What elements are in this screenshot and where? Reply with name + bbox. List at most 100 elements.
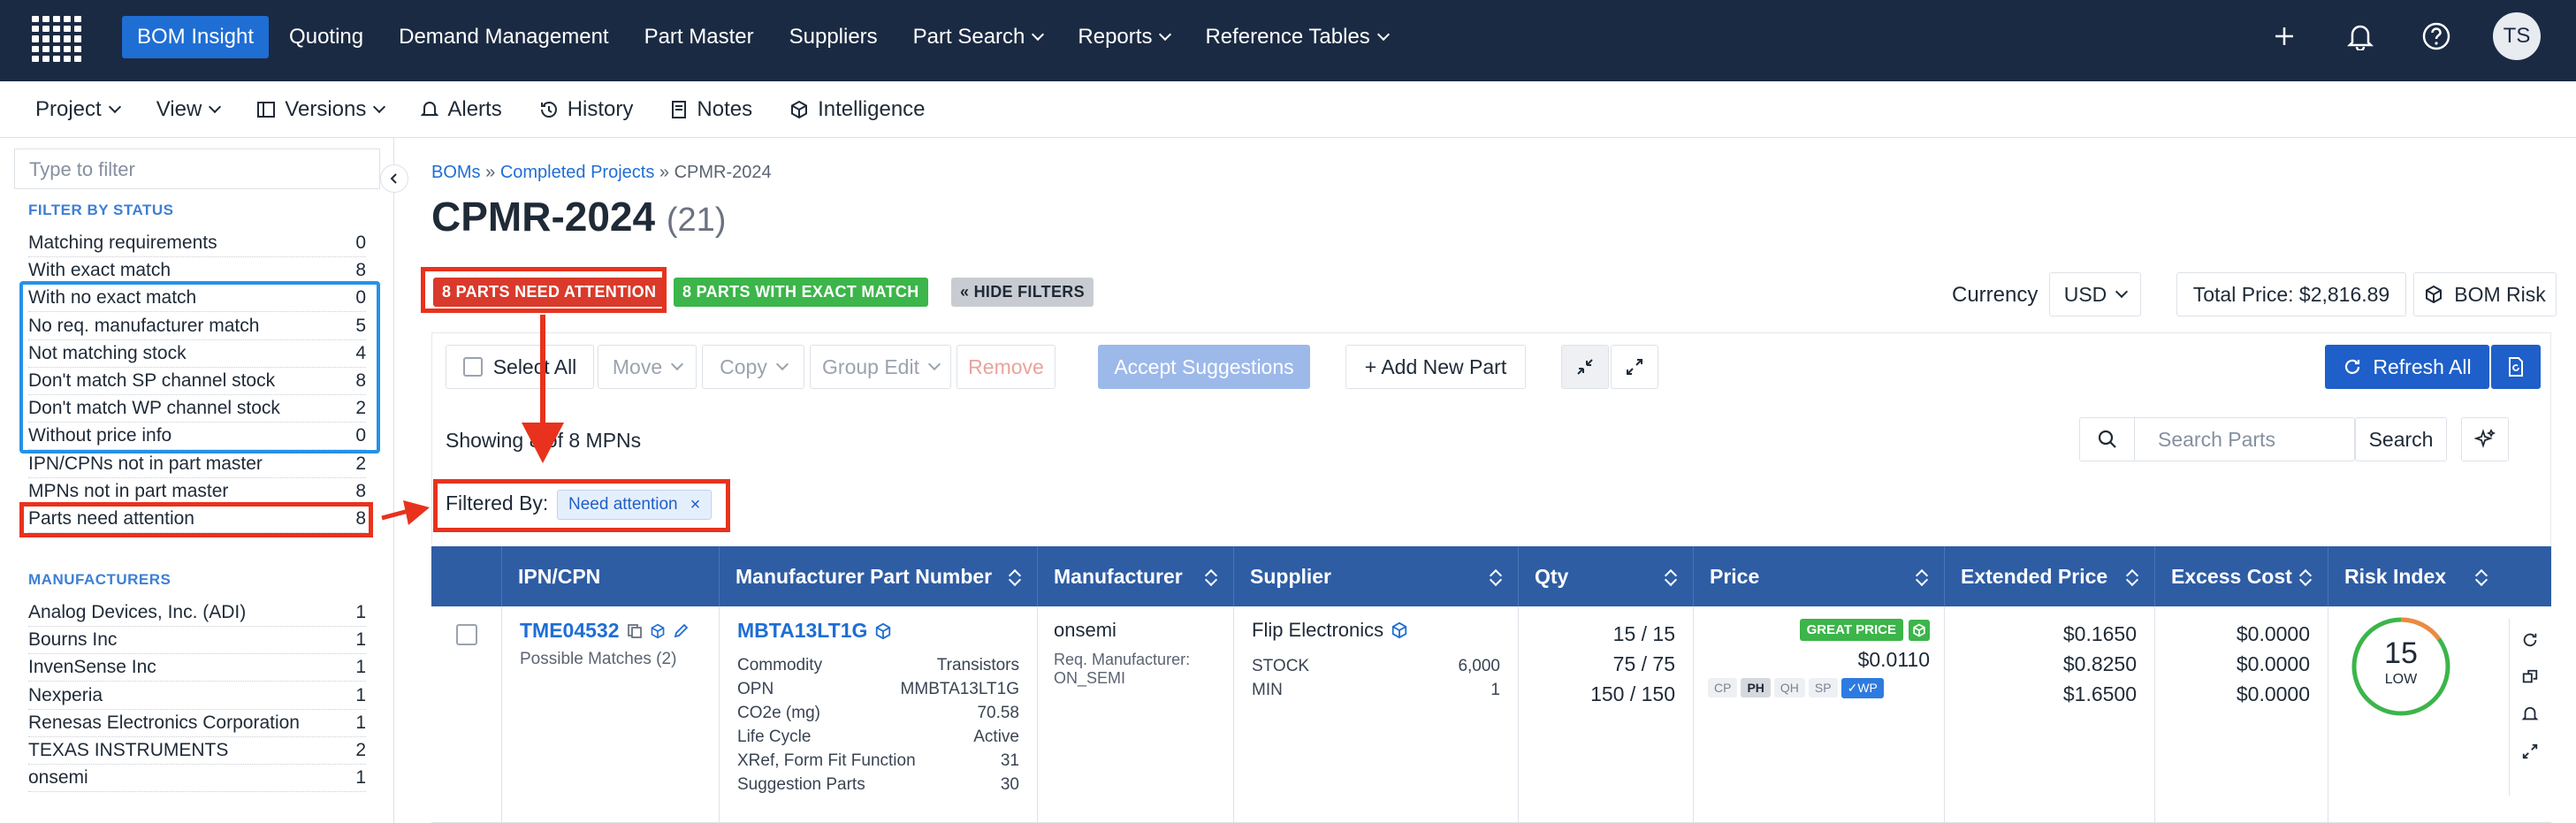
qty-break-3: 150 / 150 [1590, 682, 1675, 705]
detail-value: 70.58 [977, 704, 1019, 722]
col-ipn[interactable]: IPN/CPN [502, 546, 720, 606]
part-details: Commodity Transistors OPN MMBTA13LT1G CO2e (… [737, 653, 1019, 796]
extended-1: $0.1650 [2062, 622, 2137, 645]
col-extended-label: Extended Price [1961, 564, 2108, 588]
excess-2: $0.0000 [2236, 652, 2310, 675]
col-risk-label: Risk Index [2344, 564, 2447, 588]
excess-1: $0.0000 [2236, 622, 2310, 645]
cube-icon[interactable] [874, 622, 892, 640]
detail-key: Life Cycle [737, 728, 812, 746]
col-excess-label: Excess Cost [2171, 564, 2292, 588]
channel-pills: CP PH QH SP ✓WP [1708, 677, 1930, 698]
ipn-link[interactable]: TME04532 [520, 619, 620, 643]
risk-label: LOW [2384, 672, 2418, 687]
ipn-cell: TME04532 Possible Matches (2) [502, 606, 720, 822]
channel-pill[interactable]: CP [1708, 678, 1738, 697]
col-excess-cost[interactable]: Excess Cost [2155, 546, 2328, 606]
great-price-badge: GREAT PRICE [1799, 619, 1903, 641]
col-risk-index[interactable]: Risk Index [2328, 546, 2504, 606]
copy-icon[interactable] [627, 623, 643, 639]
detail-row: OPN MMBTA13LT1G [737, 677, 1019, 701]
col-supplier[interactable]: Supplier [1234, 546, 1519, 606]
detail-key: CO2e (mg) [737, 704, 820, 722]
sort-icon[interactable] [1009, 568, 1021, 585]
edit-icon[interactable] [673, 623, 689, 639]
detail-key: Commodity [737, 656, 823, 674]
table-row: TME04532 Possible Matches (2) MBTA13LT1G… [431, 606, 2551, 823]
detail-row: Commodity Transistors [737, 653, 1019, 677]
sort-icon[interactable] [1916, 568, 1928, 585]
detail-row: Suggestion Parts 30 [737, 773, 1019, 796]
price-cell: GREAT PRICE $0.0110 CP PH QH SP ✓WP [1694, 606, 1945, 822]
row-actions [2509, 619, 2549, 796]
col-qty[interactable]: Qty [1519, 546, 1694, 606]
min-row: MIN 1 [1252, 678, 1500, 702]
extended-2: $0.8250 [2062, 652, 2137, 675]
detail-value: Active [973, 728, 1019, 746]
qty-break-1: 15 / 15 [1612, 622, 1675, 645]
qty-cell: 15 / 15 75 / 75 150 / 150 [1519, 606, 1694, 822]
detail-value: MMBTA13LT1G [900, 680, 1019, 698]
mpn-link[interactable]: MBTA13LT1G [737, 619, 867, 643]
grid-header: IPN/CPN Manufacturer Part Number Manufac… [431, 546, 2551, 606]
detail-row: Life Cycle Active [737, 725, 1019, 749]
row-checkbox[interactable] [456, 624, 477, 645]
stock-value: 6,000 [1458, 657, 1500, 675]
col-qty-label: Qty [1535, 564, 1569, 588]
extended-price-cell: $0.1650 $0.8250 $1.6500 [1945, 606, 2155, 822]
min-label: MIN [1252, 681, 1283, 699]
col-supplier-label: Supplier [1250, 564, 1332, 588]
channel-pill[interactable]: SP [1808, 678, 1838, 697]
supplier-name[interactable]: Flip Electronics [1252, 619, 1383, 642]
sort-icon[interactable] [2126, 568, 2138, 585]
excess-3: $0.0000 [2236, 682, 2310, 705]
col-price[interactable]: Price [1694, 546, 1945, 606]
col-price-label: Price [1710, 564, 1760, 588]
req-manufacturer-label: Req. Manufacturer: [1054, 651, 1191, 668]
col-ipn-label: IPN/CPN [518, 564, 601, 588]
header-select-col [431, 546, 502, 606]
sort-icon[interactable] [1490, 568, 1502, 585]
detail-value: 30 [1000, 775, 1019, 794]
channel-pill[interactable]: PH [1741, 678, 1771, 697]
mpn-cell: MBTA13LT1G Commodity Transistors OPN MMBTA1… [720, 606, 1038, 822]
sort-icon[interactable] [1665, 568, 1677, 585]
manufacturer-cell: onsemi Req. Manufacturer: ON_SEMI [1038, 606, 1234, 822]
col-mpn[interactable]: Manufacturer Part Number [720, 546, 1038, 606]
cube-icon [1909, 619, 1930, 641]
stock-label: STOCK [1252, 657, 1310, 675]
channel-pill[interactable]: ✓WP [1841, 678, 1884, 698]
detail-row: CO2e (mg) 70.58 [737, 701, 1019, 725]
col-manufacturer[interactable]: Manufacturer [1038, 546, 1234, 606]
detail-row: XRef, Form Fit Function 31 [737, 749, 1019, 773]
detail-value: Transistors [936, 656, 1019, 674]
channel-pill[interactable]: QH [1773, 678, 1805, 697]
stock-row: STOCK 6,000 [1252, 654, 1500, 678]
min-value: 1 [1490, 681, 1500, 699]
sort-icon[interactable] [2475, 568, 2488, 585]
expand-icon[interactable] [2521, 743, 2539, 760]
extended-3: $1.6500 [2062, 682, 2137, 705]
col-extended-price[interactable]: Extended Price [1945, 546, 2155, 606]
sort-icon[interactable] [1205, 568, 1217, 585]
cube-icon[interactable] [1391, 621, 1408, 639]
bell-icon[interactable] [2521, 705, 2539, 723]
risk-cell: 15 LOW [2328, 606, 2504, 822]
unit-price: $0.0110 [1857, 648, 1930, 671]
detail-key: OPN [737, 680, 774, 698]
req-manufacturer-value: ON_SEMI [1054, 669, 1126, 687]
col-manufacturer-label: Manufacturer [1054, 564, 1183, 588]
detail-key: Suggestion Parts [737, 775, 865, 794]
supplier-cell: Flip Electronics STOCK 6,000 MIN 1 [1234, 606, 1519, 822]
refresh-icon[interactable] [2521, 631, 2539, 649]
excess-cost-cell: $0.0000 $0.0000 $0.0000 [2155, 606, 2328, 822]
swap-icon[interactable] [2521, 668, 2539, 686]
risk-value: 15 [2384, 636, 2418, 670]
possible-matches[interactable]: Possible Matches (2) [520, 650, 701, 669]
qty-break-2: 75 / 75 [1612, 652, 1675, 675]
detail-key: XRef, Form Fit Function [737, 751, 916, 770]
sort-icon[interactable] [2299, 568, 2312, 585]
risk-gauge[interactable]: 15 LOW [2350, 615, 2452, 718]
cube-icon[interactable] [650, 623, 666, 639]
manufacturer-name: onsemi [1054, 619, 1117, 641]
